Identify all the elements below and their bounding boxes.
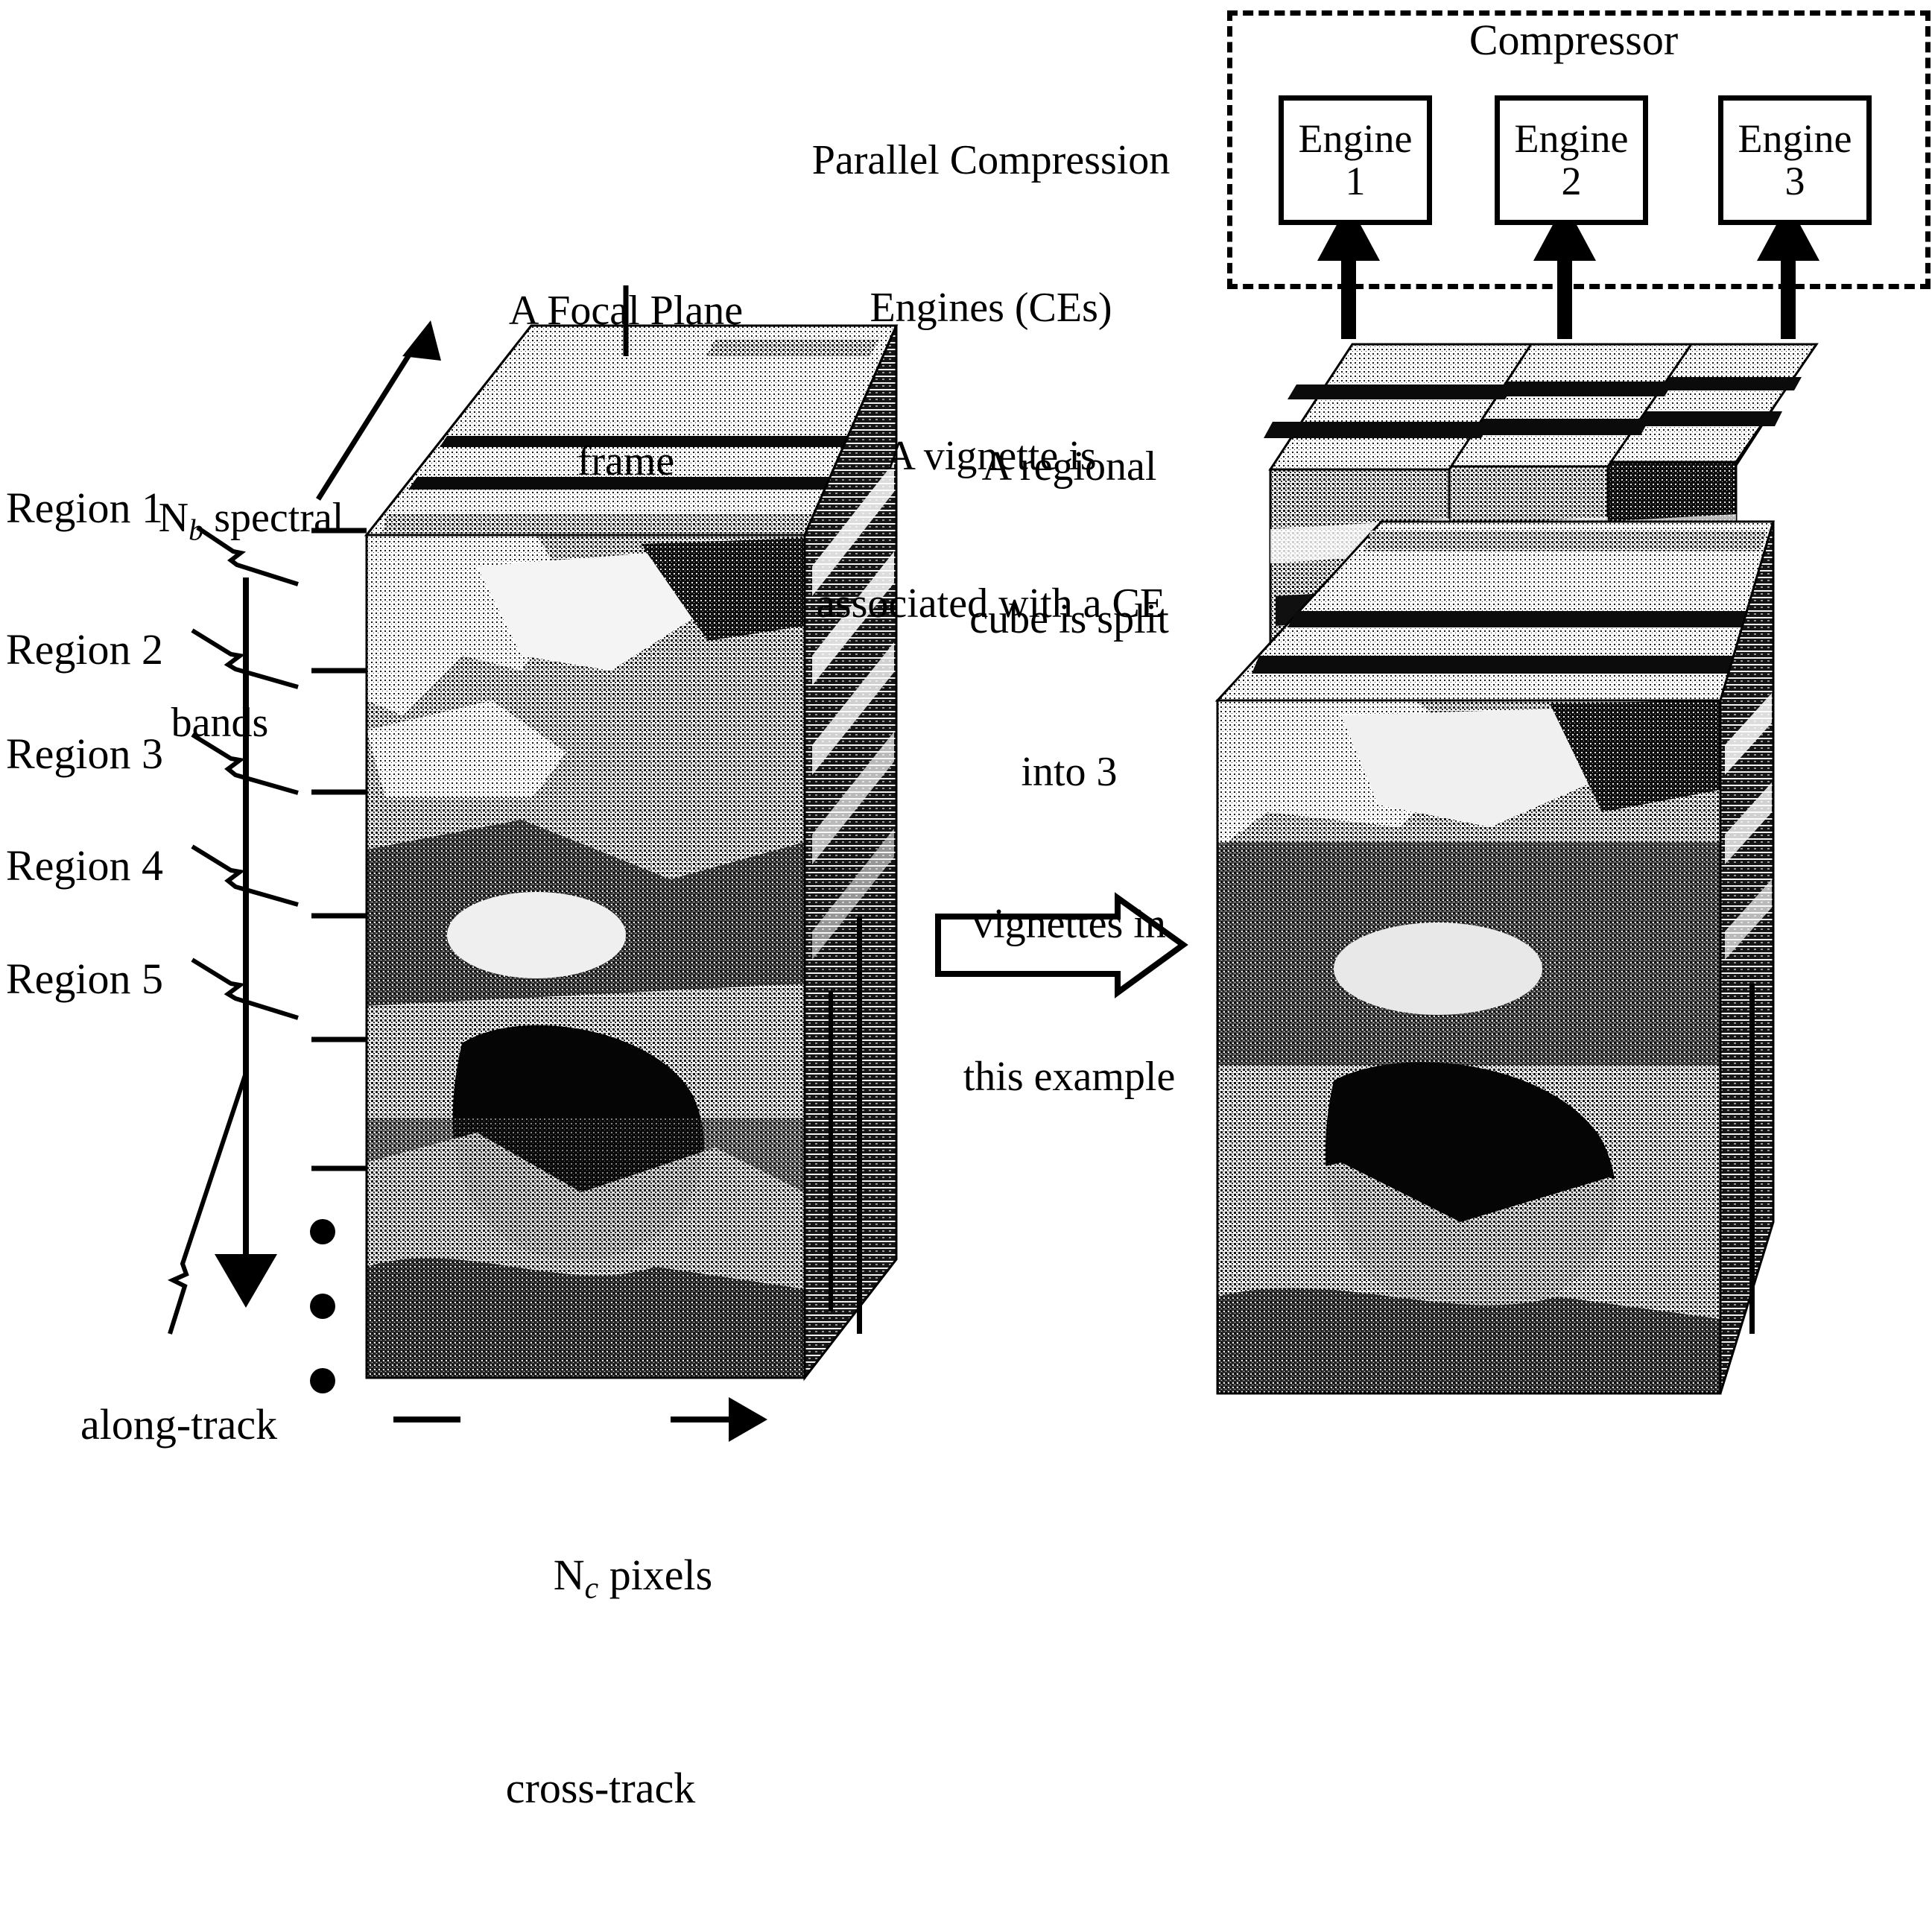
- along-track-label: along-track: [80, 1400, 278, 1449]
- source-cube-front-face: [367, 535, 805, 1378]
- region-label-4: Region 4: [6, 841, 164, 890]
- focal-plane-label: A Focal Plane frame: [440, 186, 812, 587]
- engine-box-2[interactable]: Engine 2: [1495, 95, 1648, 225]
- cross-track-line2: cross-track: [505, 1764, 696, 1813]
- split-note-line5: this example: [963, 1054, 1176, 1101]
- engine-3-number: 3: [1784, 159, 1805, 203]
- cross-track-n: N: [553, 1550, 585, 1599]
- leader-along-track: [167, 1072, 248, 1335]
- split-note: A regional cube is split into 3 vignette…: [924, 339, 1214, 1204]
- region-label-3: Region 3: [6, 729, 164, 778]
- ellipsis-dot-3: [310, 1368, 335, 1393]
- engine-box-3[interactable]: Engine 3: [1718, 95, 1872, 225]
- parallel-ce-note-line1: Parallel Compression: [811, 137, 1171, 184]
- parallel-ce-note-line2: Engines (CEs): [870, 285, 1112, 332]
- split-note-line2: cube is split: [969, 595, 1169, 642]
- split-cube-body: [1214, 520, 1776, 1395]
- compressor-title: Compressor: [1469, 16, 1679, 64]
- engine-1-number: 1: [1345, 159, 1366, 203]
- region-label-2: Region 2: [6, 625, 164, 674]
- split-data-cube: [1214, 343, 1819, 1395]
- region-label-1: Region 1: [6, 484, 164, 532]
- cross-track-subscript: c: [584, 1571, 599, 1606]
- engine-box-1[interactable]: Engine 1: [1279, 95, 1432, 225]
- engine-2-label: Engine: [1514, 116, 1629, 162]
- cross-track-label: Nc pixels cross-track: [452, 1393, 750, 1918]
- ellipsis-dot-1: [310, 1219, 335, 1244]
- split-note-line4: vignettes in: [972, 901, 1166, 948]
- engine-1-label: Engine: [1298, 116, 1413, 162]
- cross-track-word: pixels: [598, 1550, 713, 1599]
- region-label-5: Region 5: [6, 955, 164, 1003]
- split-note-line3: into 3: [1021, 748, 1118, 795]
- ellipsis-dot-2: [310, 1294, 335, 1319]
- figure-canvas: Compressor Engine 1 Engine 2 Engine 3 Pa…: [0, 0, 1932, 1812]
- focal-plane-label-line2: frame: [577, 437, 675, 484]
- cross-track-line1: Nc pixels: [452, 1497, 750, 1659]
- engine-2-number: 2: [1561, 159, 1582, 203]
- split-note-line1: A regional: [981, 443, 1157, 490]
- focal-plane-label-line1: A Focal Plane: [508, 288, 744, 335]
- engine-3-label: Engine: [1738, 116, 1852, 162]
- spectral-bands-word: spectral: [203, 494, 344, 541]
